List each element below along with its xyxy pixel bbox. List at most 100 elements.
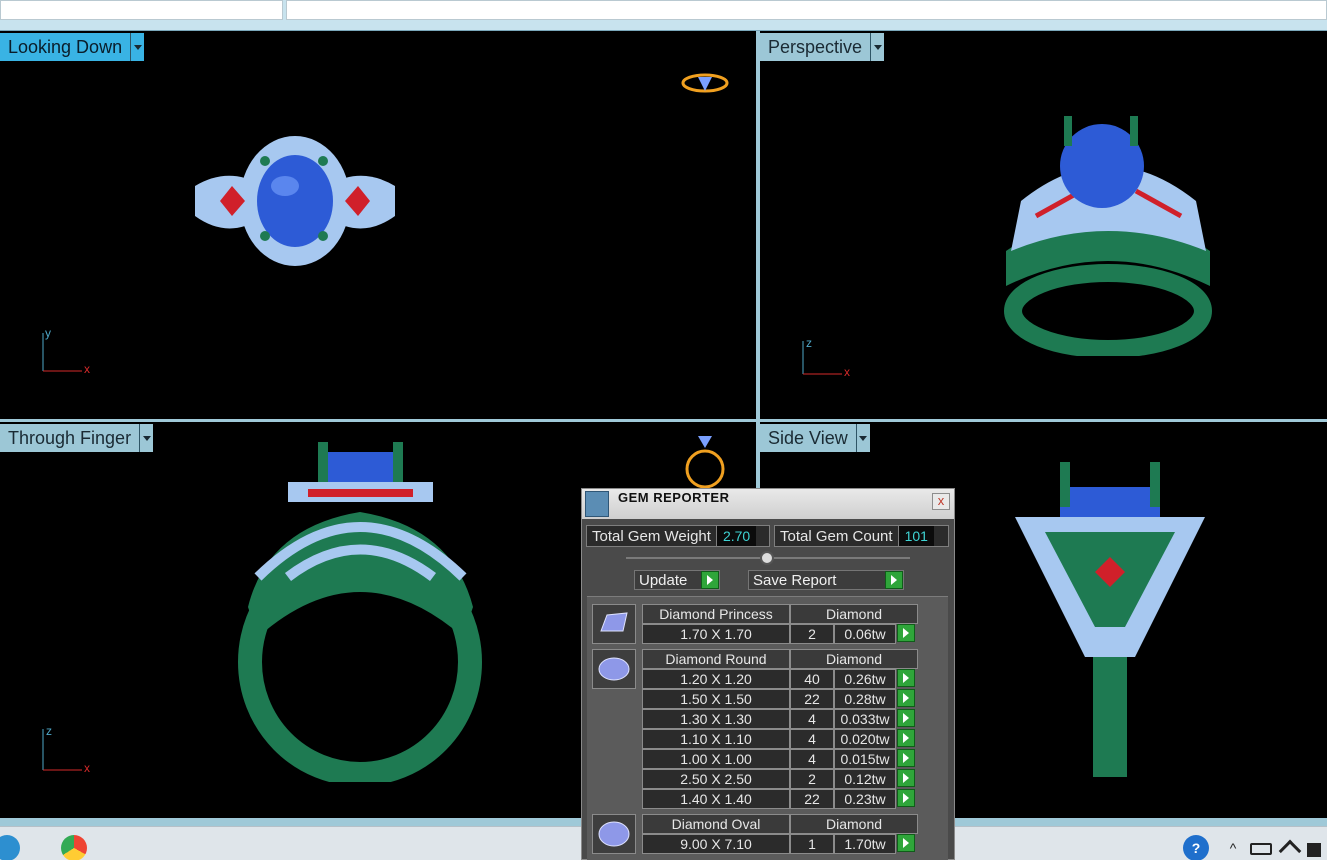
select-gem-button[interactable] [897,709,915,727]
axis-x-label: x [844,365,850,379]
select-gem-button[interactable] [897,789,915,807]
gem-size: 1.20 X 1.20 [642,669,790,689]
gem-count: 4 [790,709,834,729]
gem-size: 1.50 X 1.50 [642,689,790,709]
gem-material: Diamond [790,604,918,624]
mini-ring-icon [681,73,729,93]
gem-shape: Diamond Oval [642,814,790,834]
update-button[interactable]: Update [634,570,720,590]
gem-reporter-dialog: GEM REPORTER x Total Gem Weight 2.70 Tot… [581,488,955,860]
viewport-label[interactable]: Side View [760,424,870,452]
axis-indicator: y x [40,326,100,378]
viewport-title: Side View [768,427,848,448]
total-gem-weight-label: Total Gem Weight [592,527,711,545]
gem-row: 1.70 X 1.70 2 0.06tw [642,624,915,644]
gem-weight: 0.12tw [834,769,896,789]
dialog-titlebar[interactable]: GEM REPORTER x [582,489,954,519]
select-gem-button[interactable] [897,749,915,767]
gem-size: 1.40 X 1.40 [642,789,790,809]
update-label: Update [639,571,688,589]
viewport-looking-down[interactable]: Looking Down y x [0,31,756,419]
help-icon[interactable]: ? [1183,835,1209,860]
axis-y-label: y [45,326,51,340]
select-gem-button[interactable] [897,769,915,787]
gem-row: 1.40 X 1.40 22 0.23tw [642,789,915,809]
gem-size: 9.00 X 7.10 [642,834,790,854]
total-gem-count-value: 101 [897,526,934,546]
total-gem-weight: Total Gem Weight 2.70 [586,525,770,547]
axis-indicator: z x [40,724,100,775]
gem-row: 9.00 X 7.10 1 1.70tw [642,834,915,854]
close-button[interactable]: x [932,493,950,510]
gem-weight: 0.28tw [834,689,896,709]
play-icon[interactable] [885,571,903,589]
select-gem-button[interactable] [897,729,915,747]
gem-count: 22 [790,689,834,709]
battery-icon[interactable] [1250,843,1272,855]
gem-count: 2 [790,624,834,644]
gem-shape: Diamond Round [642,649,790,669]
save-report-button[interactable]: Save Report [748,570,904,590]
axis-z-label: z [806,336,812,350]
save-report-label: Save Report [753,571,837,589]
app-icon[interactable] [0,835,20,860]
gem-row: 1.30 X 1.30 4 0.033tw [642,709,915,729]
play-icon[interactable] [701,571,719,589]
toolbar-field-wide[interactable] [286,0,1327,20]
gem-count: 22 [790,789,834,809]
chevron-down-icon[interactable] [870,33,885,61]
gem-row: 1.20 X 1.20 40 0.26tw [642,669,915,689]
gem-size: 1.30 X 1.30 [642,709,790,729]
viewport-label[interactable]: Perspective [760,33,885,61]
viewport-perspective[interactable]: Perspective z x [760,31,1327,419]
matrix-cad-window: Looking Down y x Perspective z x Through… [0,0,1327,860]
dialog-title: GEM REPORTER [618,490,730,505]
slider-knob[interactable] [760,551,774,565]
ring-side-view [1015,462,1205,777]
select-gem-button[interactable] [897,834,915,852]
gem-count: 1 [790,834,834,854]
gem-weight: 0.015tw [834,749,896,769]
chevron-up-icon[interactable]: ^ [1220,835,1246,860]
gem-weight: 0.033tw [834,709,896,729]
gem-weight: 0.06tw [834,624,896,644]
gem-reporter-logo-icon [585,491,609,517]
gem-weight: 0.26tw [834,669,896,689]
gem-size: 1.70 X 1.70 [642,624,790,644]
wifi-icon[interactable] [1278,839,1302,860]
oval-gem-icon [592,814,636,854]
axis-x-label: x [84,761,90,775]
axis-x-label: x [84,362,90,376]
chevron-down-icon[interactable] [855,424,870,452]
ring-front-view [238,442,482,782]
chevron-down-icon[interactable] [139,424,154,452]
viewport-label[interactable]: Through Finger [0,424,154,452]
select-gem-button[interactable] [897,689,915,707]
mini-ring-icon [685,436,725,489]
ring-top-view [195,136,395,266]
princess-gem-icon [592,604,636,644]
toolbar-field[interactable] [0,0,283,20]
ring-perspective-view [1004,116,1212,356]
gem-size: 1.10 X 1.10 [642,729,790,749]
axis-indicator: z x [800,336,860,386]
top-toolbar [0,0,1327,31]
gem-weight: 0.020tw [834,729,896,749]
round-gem-icon [592,649,636,689]
gem-weight: 0.23tw [834,789,896,809]
chrome-icon[interactable] [61,835,87,860]
total-gem-weight-value: 2.70 [715,526,757,546]
gem-count: 40 [790,669,834,689]
volume-icon[interactable] [1307,843,1321,857]
viewport-label[interactable]: Looking Down [0,33,145,61]
gem-count: 2 [790,769,834,789]
gem-size: 1.00 X 1.00 [642,749,790,769]
chevron-down-icon[interactable] [130,33,145,61]
gem-row: 1.50 X 1.50 22 0.28tw [642,689,915,709]
viewport-title: Perspective [768,36,863,57]
report-slider[interactable] [626,551,910,565]
select-gem-button[interactable] [897,624,915,642]
gem-row: 1.10 X 1.10 4 0.020tw [642,729,915,749]
gem-material: Diamond [790,814,918,834]
select-gem-button[interactable] [897,669,915,687]
